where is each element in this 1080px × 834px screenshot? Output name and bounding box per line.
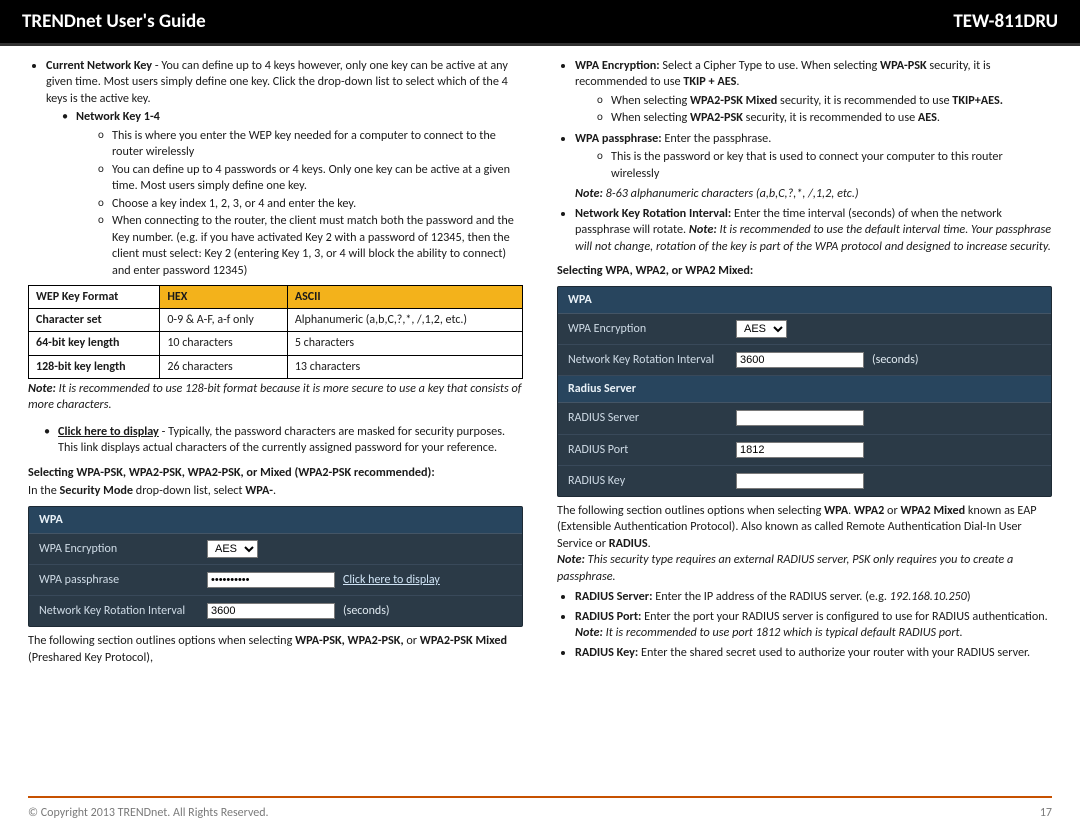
wpa-rot-row-1: Network Key Rotation Interval (seconds) (29, 596, 522, 626)
wpa-enc-select-1[interactable]: AES (207, 540, 258, 558)
click-display-label: Click here to display (58, 424, 159, 439)
page-body: Current Network Key - You can define up … (0, 46, 1080, 667)
radius-bullets: RADIUS Server: Enter the IP address of t… (557, 589, 1052, 661)
security-mode-line: In the Security Mode drop-down list, sel… (28, 483, 523, 499)
wpa-passphrase-item: WPA passphrase: Enter the passphrase. Th… (575, 131, 1052, 203)
nk-item-2: You can define up to 4 passwords or 4 ke… (98, 162, 523, 195)
wep-h2: ASCII (287, 286, 522, 309)
enc-sub-2: When selecting WPA2-PSK security, it is … (597, 110, 1052, 126)
radius-port-row: RADIUS Port (558, 435, 1051, 466)
nk-label-item: Network Key 1-4 This is where you enter … (62, 109, 523, 279)
table-row: WEP Key Format HEX ASCII (29, 286, 523, 309)
bullets-left-1: Current Network Key - You can define up … (28, 58, 523, 279)
wep-h1: HEX (160, 286, 288, 309)
nk-circle-list: This is where you enter the WEP key need… (76, 128, 523, 279)
radius-port-input[interactable] (736, 442, 864, 458)
note-pre: Note: (28, 381, 56, 396)
radius-port-note: Note: It is recommended to use port 1812… (575, 625, 1052, 641)
left-column: Current Network Key - You can define up … (28, 58, 523, 667)
wpa-section-2: WPA (558, 287, 1051, 314)
bullets-right-1: WPA Encryption: Select a Cipher Type to … (557, 58, 1052, 255)
wpa-rot-unit-2: (seconds) (872, 352, 919, 368)
enc-sub-list: When selecting WPA2-PSK Mixed security, … (575, 93, 1052, 127)
wpa-rot-input-2[interactable] (736, 352, 864, 368)
wep-r3c: 13 characters (287, 355, 522, 378)
wep-r3b: 26 characters (160, 355, 288, 378)
psk-tail-text: The following section outlines options w… (28, 633, 523, 666)
radius-server-row: RADIUS Server (558, 403, 1051, 434)
wpa-mixed-header: Selecting WPA, WPA2, or WPA2 Mixed: (557, 263, 1052, 279)
wpa-enc-select-2[interactable]: AES (736, 320, 787, 338)
wpa-rot-input-1[interactable] (207, 603, 335, 619)
right-column: WPA Encryption: Select a Cipher Type to … (557, 58, 1052, 667)
wep-key-table: WEP Key Format HEX ASCII Character set 0… (28, 285, 523, 379)
page-footer: © Copyright 2013 TRENDnet. All Rights Re… (28, 796, 1052, 820)
pp-sub-1: This is the password or key that is used… (597, 149, 1052, 182)
radius-server-input[interactable] (736, 410, 864, 426)
wpa-pass-row: WPA passphrase Click here to display (29, 565, 522, 596)
wpa-rot-row-2: Network Key Rotation Interval (seconds) (558, 345, 1051, 376)
click-display-list: Click here to display - Typically, the p… (28, 424, 523, 457)
wep-h0: WEP Key Format (29, 286, 160, 309)
page-header: TRENDnet User's Guide TEW-811DRU (0, 0, 1080, 46)
current-network-key-label: Current Network Key (46, 58, 152, 73)
page-number: 17 (1040, 806, 1052, 820)
wpa-enc-row-2: WPA Encryption AES (558, 314, 1051, 345)
wpa-pass-label: WPA passphrase (29, 565, 199, 595)
table-row: 64-bit key length 10 characters 5 charac… (29, 332, 523, 355)
wep-r2b: 10 characters (160, 332, 288, 355)
wpa-psk-header: Selecting WPA-PSK, WPA2-PSK, WPA2-PSK, o… (28, 465, 523, 481)
wpa-enc-item: WPA Encryption: Select a Cipher Type to … (575, 58, 1052, 127)
wep-r1b: 0-9 & A-F, a-f only (160, 309, 288, 332)
note-text: It is recommended to use 128-bit format … (28, 381, 521, 412)
table-row: Character set 0-9 & A-F, a-f only Alphan… (29, 309, 523, 332)
radius-server-item: RADIUS Server: Enter the IP address of t… (575, 589, 1052, 605)
radius-note: Note: This security type requires an ext… (557, 552, 1052, 585)
wep-r3a: 128-bit key length (29, 355, 160, 378)
note-128bit: Note: It is recommended to use 128-bit f… (28, 381, 523, 414)
wpa-rot-label-2: Network Key Rotation Interval (558, 345, 728, 375)
rotation-item: Network Key Rotation Interval: Enter the… (575, 206, 1052, 255)
router-wpa-panel-2: WPA WPA Encryption AES Network Key Rotat… (557, 286, 1052, 497)
wep-r1a: Character set (29, 309, 160, 332)
pp-sub-list: This is the password or key that is used… (575, 149, 1052, 182)
wpa-rot-label-1: Network Key Rotation Interval (29, 596, 199, 626)
radius-port-item: RADIUS Port: Enter the port your RADIUS … (575, 609, 1052, 642)
network-key-label: Network Key 1-4 (76, 109, 160, 124)
radius-section: Radius Server (558, 376, 1051, 403)
enc-sub-1: When selecting WPA2-PSK Mixed security, … (597, 93, 1052, 109)
wpa-enc-label-2: WPA Encryption (558, 314, 728, 344)
wpa-section-1: WPA (29, 507, 522, 534)
network-key-sublist: Network Key 1-4 This is where you enter … (46, 109, 523, 279)
nk-item-1: This is where you enter the WEP key need… (98, 128, 523, 161)
model-number: TEW-811DRU (953, 10, 1058, 33)
radius-key-label: RADIUS Key (558, 466, 728, 496)
pp-note: Note: 8-63 alphanumeric characters (a,b,… (575, 186, 1052, 202)
radius-key-input[interactable] (736, 473, 864, 489)
copyright: © Copyright 2013 TRENDnet. All Rights Re… (28, 806, 269, 820)
wpa-enc-label-1: WPA Encryption (29, 534, 199, 564)
nk-item-4: When connecting to the router, the clien… (98, 213, 523, 279)
wpa-pass-input[interactable] (207, 572, 335, 588)
radius-port-label: RADIUS Port (558, 435, 728, 465)
click-to-display-link[interactable]: Click here to display (343, 572, 440, 588)
wpa-enc-row-1: WPA Encryption AES (29, 534, 522, 565)
wep-r1c: Alphanumeric (a,b,C,?,*, /,1,2, etc.) (287, 309, 522, 332)
radius-key-item: RADIUS Key: Enter the shared secret used… (575, 645, 1052, 661)
wpa-rot-unit-1: (seconds) (343, 603, 390, 619)
wep-r2c: 5 characters (287, 332, 522, 355)
guide-title: TRENDnet User's Guide (22, 10, 206, 33)
table-row: 128-bit key length 26 characters 13 char… (29, 355, 523, 378)
page: TRENDnet User's Guide TEW-811DRU Current… (0, 0, 1080, 834)
nk-item-3: Choose a key index 1, 2, 3, or 4 and ent… (98, 196, 523, 212)
radius-key-row: RADIUS Key (558, 466, 1051, 496)
radius-server-label: RADIUS Server (558, 403, 728, 433)
current-network-key-item: Current Network Key - You can define up … (46, 58, 523, 279)
router-wpa-panel-1: WPA WPA Encryption AES WPA passphrase Cl… (28, 506, 523, 628)
wep-r2a: 64-bit key length (29, 332, 160, 355)
click-display-item: Click here to display - Typically, the p… (44, 424, 523, 457)
radius-intro: The following section outlines options w… (557, 503, 1052, 552)
